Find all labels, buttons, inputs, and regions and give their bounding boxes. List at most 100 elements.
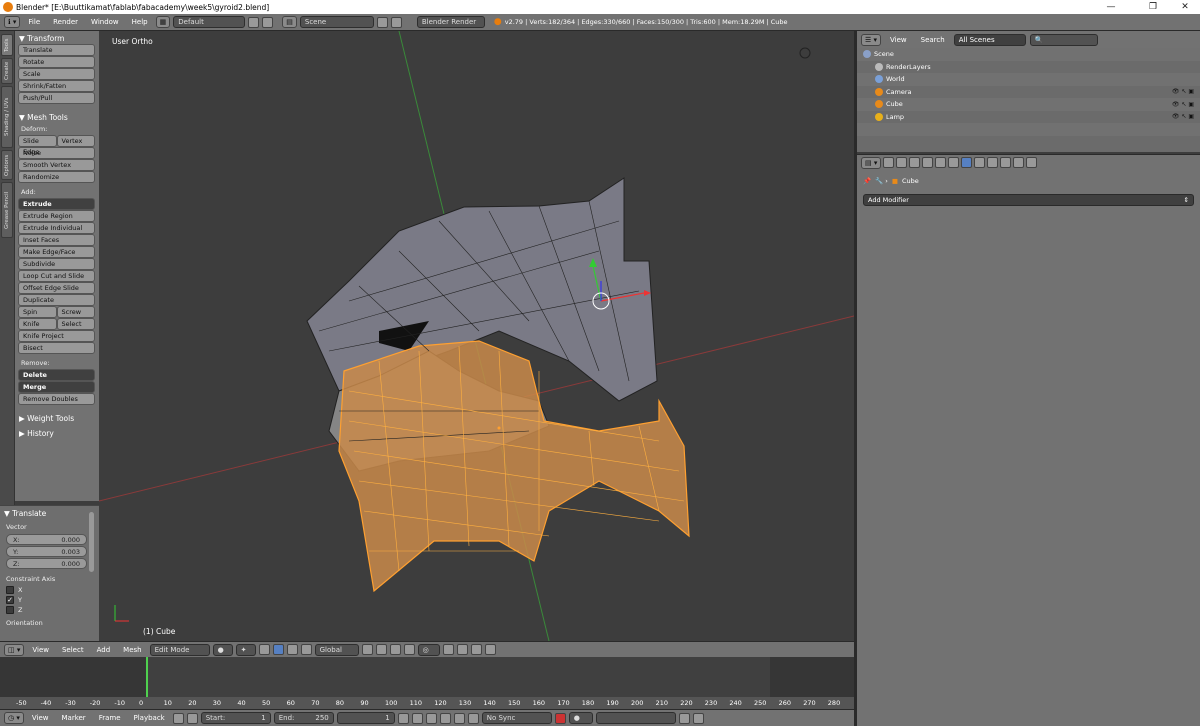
outliner-item-cube[interactable]: Cube 👁 ↖ ▣ xyxy=(857,98,1200,111)
knife-select-button[interactable]: Select xyxy=(56,318,95,330)
menu-playback[interactable]: Playback xyxy=(129,714,170,722)
visibility-toggles-icon[interactable]: 👁 ↖ ▣ xyxy=(1172,113,1194,120)
minimize-icon[interactable]: — xyxy=(1096,0,1126,14)
visibility-toggles-icon[interactable]: 👁 ↖ ▣ xyxy=(1172,101,1194,108)
keying-icon[interactable]: ● xyxy=(568,712,593,724)
constraint-z-checkbox[interactable]: Z xyxy=(0,605,99,615)
render-engine-select[interactable]: Blender Render xyxy=(416,16,485,28)
constraint-y-checkbox[interactable]: ✓ Y xyxy=(0,595,99,605)
physics-tab-icon[interactable] xyxy=(1026,157,1038,168)
vector-x-field[interactable]: X: 0.000 xyxy=(6,534,87,545)
bisect-button[interactable]: Bisect xyxy=(18,342,95,354)
weight-tools-panel-header[interactable]: ▶ Weight Tools xyxy=(15,411,99,424)
layer-icon[interactable] xyxy=(361,644,373,655)
remove-scene-icon[interactable] xyxy=(390,16,402,28)
display-mode-select[interactable]: All Scenes xyxy=(953,33,1026,46)
menu-file[interactable]: File xyxy=(23,18,45,26)
editor-type-info-button[interactable]: ℹ ▾ xyxy=(4,16,21,28)
face-select-icon[interactable] xyxy=(403,644,415,655)
operator-scrollbar[interactable] xyxy=(89,512,94,572)
outliner-item-world[interactable]: World xyxy=(857,73,1200,86)
lamp-icon[interactable] xyxy=(799,47,811,59)
sync-mode-select[interactable]: No Sync xyxy=(481,712,552,724)
vector-y-field[interactable]: Y: 0.003 xyxy=(6,546,87,557)
editor-type-3d-button[interactable]: ◫ ▾ xyxy=(4,643,25,656)
add-screen-icon[interactable] xyxy=(248,16,260,28)
add-scene-icon[interactable] xyxy=(376,16,388,28)
extrude-region-button[interactable]: Extrude Region xyxy=(18,210,95,222)
scene-field[interactable]: Scene xyxy=(299,16,374,28)
keying-set-field[interactable] xyxy=(595,712,676,724)
render-preview-icon[interactable] xyxy=(470,644,482,655)
screw-button[interactable]: Screw xyxy=(56,306,95,318)
mesh-tools-panel-header[interactable]: ▼ Mesh Tools xyxy=(15,110,99,123)
menu-select[interactable]: Select xyxy=(57,646,89,654)
scene-tab-icon[interactable] xyxy=(909,157,921,168)
tab-create[interactable]: Create xyxy=(1,58,13,84)
menu-view[interactable]: View xyxy=(27,646,54,654)
translate-button[interactable]: Translate xyxy=(18,44,95,56)
remove-screen-icon[interactable] xyxy=(262,16,274,28)
smooth-vertex-button[interactable]: Smooth Vertex xyxy=(18,159,95,171)
vertex-select-icon[interactable] xyxy=(375,644,387,655)
snap-element-icon[interactable] xyxy=(456,644,468,655)
loop-cut-slide-button[interactable]: Loop Cut and Slide xyxy=(18,270,95,282)
opengl-render-icon[interactable] xyxy=(484,644,496,655)
delete-keyframe-icon[interactable] xyxy=(692,712,704,724)
record-icon[interactable] xyxy=(554,712,566,724)
tab-shading-uvs[interactable]: Shading / UVs xyxy=(1,86,13,148)
data-tab-icon[interactable] xyxy=(974,157,986,168)
outliner-item-scene[interactable]: Scene xyxy=(857,48,1200,61)
proportional-edit-select[interactable]: ◎ xyxy=(417,643,440,656)
timeline-ruler[interactable]: -50 -40 -30 -20 -10 0 10 20 30 40 50 60 70 80 90 100 110… xyxy=(0,697,854,709)
transform-orientation-select[interactable]: Global xyxy=(314,643,359,656)
texture-tab-icon[interactable] xyxy=(1000,157,1012,168)
offset-edge-slide-button[interactable]: Offset Edge Slide xyxy=(18,282,95,294)
editor-type-outliner-button[interactable]: ☰ ▾ xyxy=(861,33,882,46)
extrude-menu[interactable]: Extrude xyxy=(18,198,95,210)
end-frame-field[interactable]: End: 250 xyxy=(273,712,334,724)
randomize-button[interactable]: Randomize xyxy=(18,171,95,183)
push-pull-button[interactable]: Push/Pull xyxy=(18,92,95,104)
render-layers-tab-icon[interactable] xyxy=(896,157,908,168)
menu-marker[interactable]: Marker xyxy=(56,714,90,722)
manipulator-toggle-icon[interactable] xyxy=(258,644,270,655)
particles-tab-icon[interactable] xyxy=(1013,157,1025,168)
menu-window[interactable]: Window xyxy=(86,18,124,26)
outliner-item-renderlayers[interactable]: RenderLayers xyxy=(857,61,1200,74)
viewport-shading-select[interactable]: ● xyxy=(212,643,233,656)
play-icon[interactable] xyxy=(439,712,451,724)
delete-menu[interactable]: Delete xyxy=(18,369,95,381)
outliner-item-lamp[interactable]: Lamp 👁 ↖ ▣ xyxy=(857,111,1200,124)
menu-timeline-view[interactable]: View xyxy=(27,714,54,722)
close-icon[interactable]: ✕ xyxy=(1170,0,1200,14)
menu-outliner-view[interactable]: View xyxy=(885,36,912,44)
transform-panel-header[interactable]: ▼ Transform xyxy=(15,31,99,44)
render-tab-icon[interactable] xyxy=(883,157,895,168)
slide-edge-button[interactable]: Slide Edge xyxy=(18,135,57,156)
history-panel-header[interactable]: ▶ History xyxy=(15,426,99,439)
visibility-toggles-icon[interactable]: 👁 ↖ ▣ xyxy=(1172,88,1194,95)
constraints-tab-icon[interactable] xyxy=(948,157,960,168)
extrude-individual-button[interactable]: Extrude Individual xyxy=(18,222,95,234)
tab-tools[interactable]: Tools xyxy=(1,34,13,56)
jump-keyframe-back-icon[interactable] xyxy=(411,712,423,724)
scale-button[interactable]: Scale xyxy=(18,68,95,80)
menu-help[interactable]: Help xyxy=(127,18,153,26)
insert-keyframe-icon[interactable] xyxy=(678,712,690,724)
outliner[interactable]: Scene RenderLayers World Camera 👁 ↖ ▣ Cube 👁 ↖… xyxy=(857,48,1200,152)
knife-project-button[interactable]: Knife Project xyxy=(18,330,95,342)
start-frame-field[interactable]: Start: 1 xyxy=(200,712,271,724)
shrink-fatten-button[interactable]: Shrink/Fatten xyxy=(18,80,95,92)
mode-select[interactable]: Edit Mode xyxy=(149,643,210,656)
snap-icon[interactable] xyxy=(442,644,454,655)
noise-button[interactable]: Noise xyxy=(18,147,95,159)
editor-type-timeline-button[interactable]: ◷ ▾ xyxy=(4,712,24,724)
outliner-item-camera[interactable]: Camera 👁 ↖ ▣ xyxy=(857,86,1200,99)
maximize-icon[interactable]: ❐ xyxy=(1138,0,1168,14)
menu-mesh[interactable]: Mesh xyxy=(118,646,146,654)
tab-options[interactable]: Options xyxy=(1,150,13,180)
rotate-manip-icon[interactable] xyxy=(286,644,298,655)
menu-render[interactable]: Render xyxy=(48,18,83,26)
play-reverse-icon[interactable] xyxy=(425,712,437,724)
